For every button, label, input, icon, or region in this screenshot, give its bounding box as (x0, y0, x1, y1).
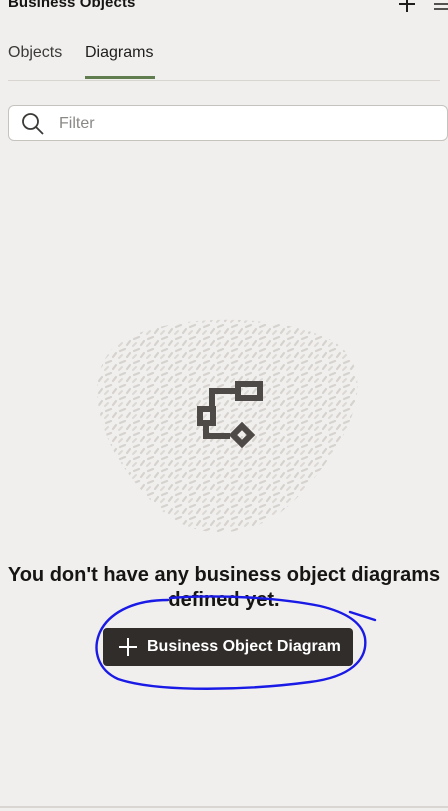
hamburger-menu-icon[interactable] (433, 0, 448, 12)
bottom-divider (0, 806, 448, 808)
filter-box[interactable] (8, 105, 448, 141)
panel-title: Business Objects (8, 0, 136, 11)
filter-input[interactable] (57, 110, 441, 138)
add-icon[interactable] (397, 0, 417, 14)
business-objects-panel: Business Objects Objects Diagrams Filter… (0, 0, 448, 811)
empty-state-message: You don't have any business object diagr… (7, 564, 441, 611)
tab-diagrams-label: Diagrams (85, 44, 154, 61)
tab-diagrams[interactable]: Diagrams (85, 44, 155, 79)
empty-state-illustration (97, 319, 358, 533)
tab-bar: Objects Diagrams (8, 38, 440, 81)
panel-header: Business Objects (8, 0, 448, 16)
search-icon (22, 113, 44, 135)
illustration-blob (97, 319, 358, 533)
add-business-object-diagram-button[interactable]: Business Object Diagram (103, 628, 353, 666)
button-label: Business Object Diagram (147, 638, 341, 655)
tab-objects[interactable]: Objects (8, 44, 62, 78)
selected-tab-indicator (85, 76, 155, 79)
tab-objects-label: Objects (8, 44, 63, 61)
plus-icon (119, 638, 137, 656)
